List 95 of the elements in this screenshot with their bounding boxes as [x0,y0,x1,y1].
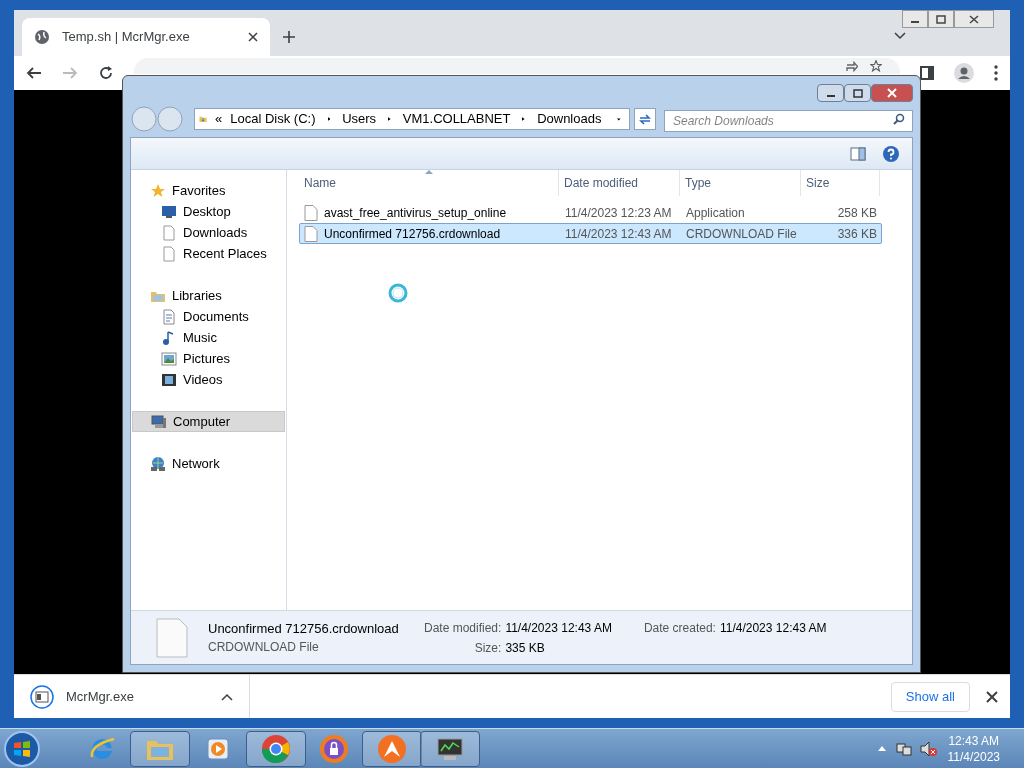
picture-icon [161,350,177,367]
breadcrumb-item[interactable]: Users [342,109,377,129]
triangle-right-icon[interactable] [388,115,391,123]
triangle-right-icon[interactable] [327,115,331,123]
close-button[interactable] [954,10,994,28]
chrome-icon[interactable] [260,732,292,765]
field-value: 335 KB [505,639,546,657]
star-icon [150,182,166,199]
nav-item[interactable]: Network [132,453,285,474]
chevron-down-icon[interactable] [894,32,906,40]
date-cell-text: 11/4/2023 12:23 AM [564,204,673,222]
chevron-up-icon[interactable] [221,692,233,701]
maximize-button[interactable] [928,10,954,28]
start-button-icon[interactable] [2,728,42,768]
profile-icon[interactable] [954,63,974,83]
column-header[interactable]: Type [680,170,801,196]
breadcrumb-item[interactable]: Downloads [537,109,602,129]
file-row[interactable]: avast_free_antivirus_setup_online 11/4/2023 12:23 AM Application 258 KB [299,202,882,223]
search-icon [893,113,905,125]
nav-item[interactable]: Desktop [131,201,286,222]
page-icon [161,245,177,262]
network-icon[interactable] [895,740,912,757]
nav-item[interactable]: Pictures [131,348,286,369]
taskbar-app-button[interactable] [130,730,190,767]
field-label: Date modified: [424,619,502,637]
page-icon [161,224,177,241]
size-cell-text: 336 KB [836,225,878,243]
file-name: avast_free_antivirus_setup_online [324,204,507,222]
breadcrumb-bar[interactable]: « Local Disk (C:) Users VM1.COLLABNET Downloads [194,108,630,130]
type-cell-text: Application [685,204,746,222]
field-label: Date created: [642,619,716,637]
show-hidden-icons-icon[interactable] [877,746,886,751]
nav-item[interactable]: Recent Places [131,243,286,264]
network-icon [150,455,166,472]
column-header[interactable]: Date modified [559,170,680,196]
browser-tab[interactable]: Temp.sh | McrMgr.exe [22,18,270,56]
nav-item[interactable]: Downloads [131,222,286,243]
loading-spinner-icon [387,282,409,304]
search-field[interactable]: Search Downloads [664,110,913,132]
more-icon[interactable] [994,65,998,81]
side-panel-icon[interactable] [920,66,934,80]
details-file-type: CRDOWNLOAD File [208,639,320,657]
forward-arrow-icon [62,65,78,81]
nav-item[interactable]: Favorites [132,180,285,201]
speaker-muted-icon[interactable] [919,740,938,757]
field-value: 11/4/2023 12:43 AM [505,619,612,637]
breadcrumb-item[interactable]: VM1.COLLABNET [402,109,511,129]
column-header[interactable]: Size [801,170,880,196]
date-cell-text: 11/4/2023 12:43 AM [564,225,673,243]
help-icon[interactable] [882,144,900,163]
nav-item[interactable]: Libraries [132,285,285,306]
taskbar-app-button[interactable] [420,730,480,767]
reload-icon[interactable] [98,65,114,81]
nav-item[interactable]: Computer [132,411,285,432]
back-arrow-icon[interactable] [26,65,42,81]
show-all-button[interactable]: Show all [890,681,970,712]
arrowhead-icon[interactable] [376,732,408,765]
breadcrumb-item[interactable]: Local Disk (C:) [230,109,316,129]
size-cell-text: 258 KB [836,204,878,222]
desktop-icon [161,203,177,220]
dropdown-icon[interactable] [617,116,621,122]
taskbar-app-button[interactable] [246,730,306,767]
close-icon[interactable] [248,32,258,42]
globe-icon [34,29,50,45]
nav-item[interactable]: Music [131,327,286,348]
field-label: Size: [473,639,502,657]
tab-title: Temp.sh | McrMgr.exe [62,28,191,47]
breadcrumb-overflow[interactable]: « [215,109,223,129]
download-file-name: McrMgr.exe [66,687,135,706]
preview-pane-icon[interactable] [850,146,866,161]
type-cell-text: CRDOWNLOAD File [685,225,798,243]
file-name: Unconfirmed 712756.crdownload [324,225,501,243]
triangle-right-icon[interactable] [522,115,526,123]
app-file-icon [30,684,54,709]
nav-item[interactable]: Documents [131,306,286,327]
new-tab-icon[interactable] [282,30,296,44]
star-icon[interactable] [870,60,882,72]
download-item[interactable]: McrMgr.exe [14,675,250,718]
minimize-button[interactable] [902,10,928,28]
video-icon [161,371,177,388]
share-icon[interactable] [846,61,858,72]
nav-item[interactable]: Videos [131,369,286,390]
field-value: 11/4/2023 12:43 AM [719,619,827,637]
file-icon [304,204,318,221]
close-button[interactable] [871,84,913,102]
padlock-icon[interactable] [318,732,350,765]
details-file-name: Unconfirmed 712756.crdownload [208,619,400,638]
doc-icon [161,308,177,325]
file-icon [156,617,188,658]
file-icon [304,225,318,242]
sort-arrow-icon [425,170,433,174]
taskbar-app-button[interactable] [362,730,422,767]
computer-icon [151,413,167,430]
close-icon[interactable] [986,690,998,703]
file-row[interactable]: Unconfirmed 712756.crdownload 11/4/2023 12:43 AM CRDOWNLOAD File 336 KB [299,223,882,244]
